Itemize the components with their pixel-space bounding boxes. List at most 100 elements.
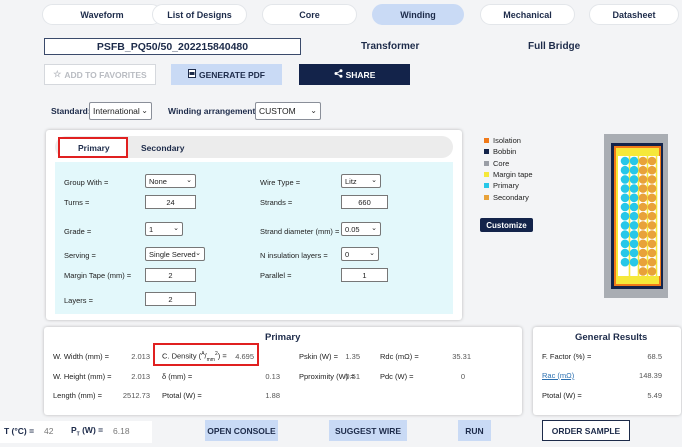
secondary-conductor	[647, 248, 657, 258]
secondary-conductor	[647, 239, 657, 249]
secondary-conductor	[638, 239, 648, 249]
serving-select[interactable]: Single Served ⌄	[145, 247, 205, 261]
ptotal-value: 1.88	[265, 391, 280, 400]
secondary-conductor	[638, 156, 648, 166]
chevron-down-icon: ⌄	[310, 106, 317, 115]
tab-core[interactable]: Core	[262, 4, 357, 25]
transformer-label: Transformer	[361, 41, 420, 52]
add-to-favorites-button[interactable]: ☆ ADD TO FAVORITES	[44, 64, 156, 85]
w-height-label: W. Height (mm) =	[53, 372, 112, 381]
secondary-conductor	[647, 184, 657, 193]
secondary-conductor	[638, 175, 648, 184]
secondary-conductor	[647, 193, 657, 203]
group-with-select[interactable]: None ⌄	[145, 174, 196, 188]
general-ptotal-label: Ptotal (W) =	[542, 391, 582, 400]
winding-arrangement-label: Winding arrangement:	[168, 106, 259, 116]
chevron-down-icon: ⌄	[371, 177, 377, 184]
tab-mechanical[interactable]: Mechanical	[480, 4, 575, 25]
open-console-button[interactable]: OPEN CONSOLE	[205, 420, 278, 441]
n-insulation-layers-value: 0	[345, 249, 350, 259]
primary-conductor	[620, 184, 630, 193]
secondary-conductor	[638, 230, 648, 239]
delta-value: 0.13	[265, 372, 280, 381]
generate-pdf-button[interactable]: GENERATE PDF	[171, 64, 282, 85]
primary-conductor	[620, 211, 630, 221]
chevron-down-icon: ⌄	[186, 177, 192, 184]
pskin-value: 1.35	[345, 352, 360, 361]
parallel-label: Parallel =	[260, 271, 292, 280]
grade-select[interactable]: 1 ⌄	[145, 222, 183, 236]
share-button[interactable]: SHARE	[299, 64, 410, 85]
primary-conductor	[629, 193, 639, 203]
c-density-highlight	[153, 343, 259, 366]
secondary-conductor	[638, 248, 648, 258]
chevron-down-icon: ⌄	[173, 225, 179, 232]
secondary-conductor	[638, 202, 648, 212]
strands-input[interactable]: 660	[341, 195, 388, 209]
primary-conductor	[629, 230, 639, 239]
grade-label: Grade =	[64, 227, 92, 236]
customize-button[interactable]: Customize	[480, 218, 533, 232]
legend-item-bobbin: Bobbin	[484, 147, 516, 156]
pt-label-post: (W) =	[79, 425, 104, 435]
layers-label: Layers =	[64, 296, 93, 305]
n-insulation-layers-select[interactable]: 0 ⌄	[341, 247, 379, 261]
secondary-conductor	[647, 211, 657, 221]
standard-select[interactable]: International ⌄	[89, 102, 152, 120]
margin-tape-input[interactable]: 2	[145, 268, 196, 282]
length-label: Length (mm) =	[53, 391, 102, 400]
f-factor-value: 68.5	[647, 352, 662, 361]
primary-conductor	[620, 193, 630, 203]
tab-waveform[interactable]: Waveform	[42, 4, 162, 25]
f-factor-label: F. Factor (%) =	[542, 352, 592, 361]
wire-type-select[interactable]: Litz ⌄	[341, 174, 381, 188]
strand-diameter-value: 0.05	[345, 224, 360, 234]
legend-label: Core	[493, 158, 510, 168]
primary-conductor	[620, 202, 630, 212]
w-width-value: 2.013	[131, 352, 150, 361]
margin-tape-label: Margin Tape (mm) =	[64, 271, 132, 280]
layers-input[interactable]: 2	[145, 292, 196, 306]
secondary-conductor	[647, 257, 657, 267]
chevron-down-icon: ⌄	[369, 250, 375, 257]
serving-label: Serving =	[64, 251, 96, 260]
share-label: SHARE	[345, 69, 376, 80]
primary-conductor	[629, 239, 639, 249]
winding-arrangement-value: CUSTOM	[259, 106, 296, 116]
tab-secondary[interactable]: Secondary	[141, 143, 184, 153]
tab-datasheet[interactable]: Datasheet	[589, 4, 679, 25]
primary-tab-highlight	[58, 137, 128, 158]
primary-conductor	[629, 202, 639, 212]
primary-conductor	[620, 257, 630, 267]
group-with-label: Group With =	[64, 178, 109, 187]
rdc-label: Rdc (mΩ) =	[380, 352, 419, 361]
primary-conductor	[620, 239, 630, 249]
design-name-field[interactable]: PSFB_PQ50/50_202215840480	[44, 38, 301, 55]
strand-diameter-select[interactable]: 0.05 ⌄	[341, 222, 381, 236]
winding-arrangement-select[interactable]: CUSTOM ⌄	[255, 102, 321, 120]
primary-conductor	[629, 257, 639, 267]
parallel-input[interactable]: 1	[341, 268, 388, 282]
secondary-conductor	[638, 211, 648, 221]
primary-conductor	[629, 221, 639, 230]
rac-value: 148.39	[639, 371, 662, 380]
tab-winding[interactable]: Winding	[372, 4, 464, 25]
secondary-conductor	[647, 175, 657, 184]
secondary-conductor	[638, 221, 648, 230]
rac-link[interactable]: Rac (mΩ)	[542, 371, 574, 380]
turns-input[interactable]: 24	[145, 195, 196, 209]
run-button[interactable]: RUN	[458, 420, 491, 441]
primary-conductor	[620, 230, 630, 239]
w-height-value: 2.013	[131, 372, 150, 381]
pdc-label: Pdc (W) =	[380, 372, 414, 381]
secondary-conductor	[638, 184, 648, 193]
tab-list-of-designs[interactable]: List of Designs	[152, 4, 247, 25]
suggest-wire-button[interactable]: SUGGEST WIRE	[329, 420, 407, 441]
chevron-down-icon: ⌄	[141, 106, 148, 115]
order-sample-button[interactable]: ORDER SAMPLE	[542, 420, 630, 441]
ptotal-label: Ptotal (W) =	[162, 391, 202, 400]
generate-pdf-label: GENERATE PDF	[199, 69, 265, 80]
legend-label: Primary	[493, 181, 519, 191]
legend-swatch	[484, 183, 489, 189]
wire-type-value: Litz	[345, 176, 357, 186]
